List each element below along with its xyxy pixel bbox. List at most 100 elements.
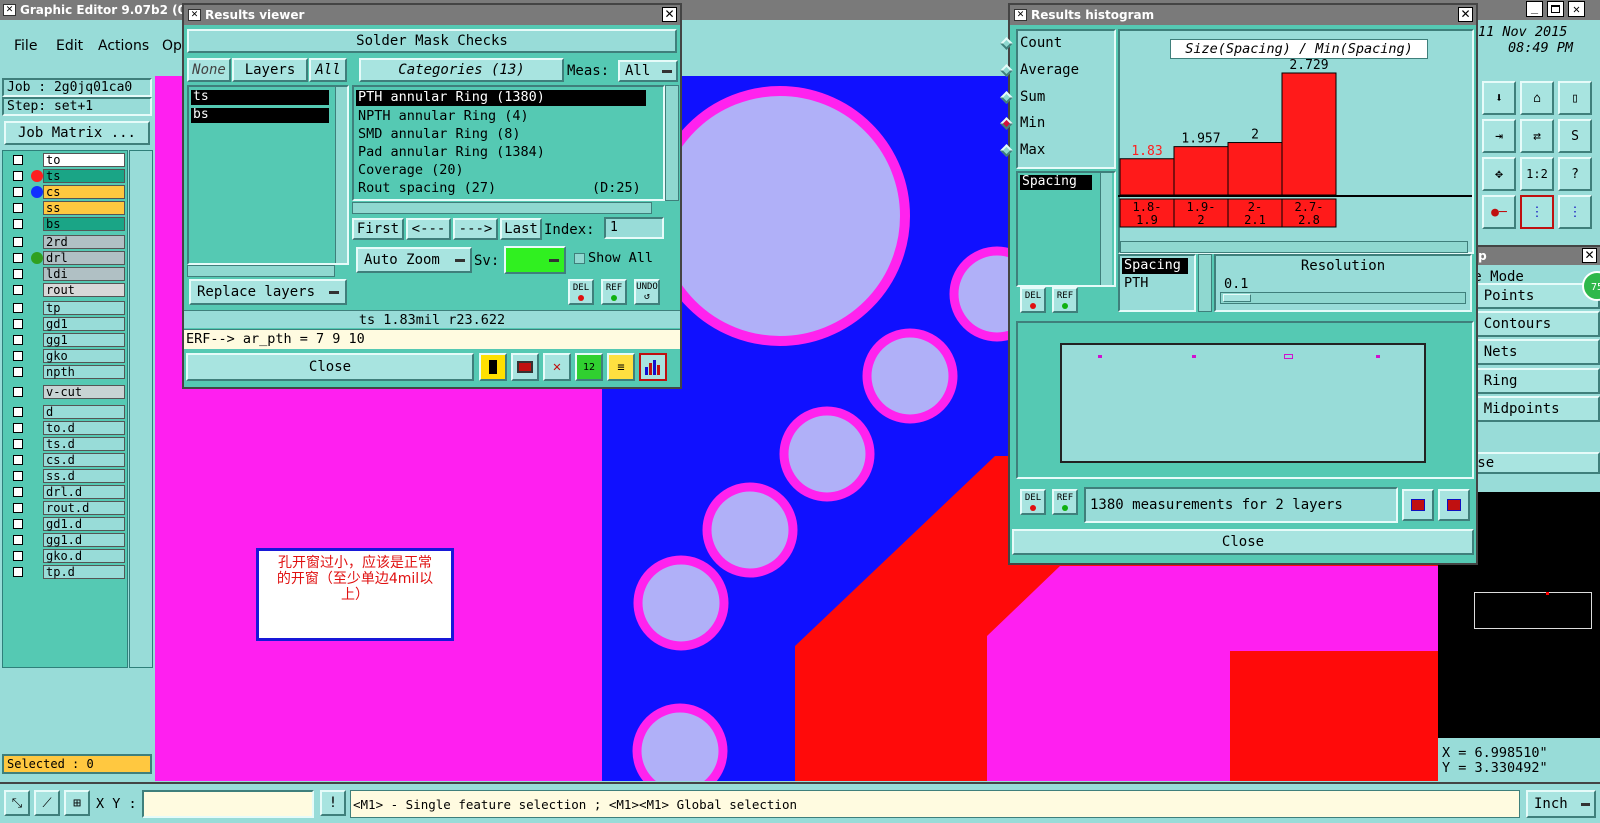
image-view-icon[interactable] bbox=[511, 353, 539, 381]
layer-row-ss-d[interactable]: ss.d bbox=[11, 469, 125, 483]
layer-checkbox[interactable] bbox=[13, 351, 23, 361]
layer-results-hscroll[interactable] bbox=[187, 265, 335, 277]
histogram-list-scrollbar[interactable] bbox=[1100, 173, 1112, 285]
resolution-slider-thumb[interactable] bbox=[1223, 294, 1251, 302]
traffic-light-icon[interactable] bbox=[479, 353, 507, 381]
layer-checkbox[interactable] bbox=[13, 535, 23, 545]
histogram-bar[interactable] bbox=[1281, 72, 1337, 196]
category-hscroll[interactable] bbox=[352, 202, 652, 214]
sv-color-dropdown[interactable] bbox=[504, 246, 566, 274]
layer-row-ldi[interactable]: ldi bbox=[11, 267, 125, 281]
close-icon[interactable]: ✕ bbox=[1568, 1, 1585, 17]
layer-checkbox[interactable] bbox=[13, 335, 23, 345]
last-button[interactable]: Last bbox=[500, 218, 542, 240]
histogram-del-button-2[interactable]: DEL bbox=[1020, 489, 1046, 515]
layers-none-button[interactable]: None bbox=[187, 58, 231, 82]
layers-button[interactable]: Layers bbox=[232, 58, 308, 82]
max-option[interactable]: Max bbox=[1000, 142, 1045, 158]
layer-checkbox[interactable] bbox=[13, 551, 23, 561]
layer-checkbox[interactable] bbox=[13, 285, 23, 295]
histogram-bar[interactable] bbox=[1119, 158, 1175, 196]
layer-checkbox[interactable] bbox=[13, 319, 23, 329]
layer-row-2rd[interactable]: 2rd bbox=[11, 235, 125, 249]
layer-checkbox[interactable] bbox=[13, 187, 23, 197]
category-item-1[interactable]: NPTH annular Ring (4) bbox=[358, 108, 529, 126]
layer-row-gko-d[interactable]: gko.d bbox=[11, 549, 125, 563]
layer-row-drl[interactable]: drl bbox=[11, 251, 125, 265]
del-button[interactable]: DEL bbox=[568, 279, 594, 305]
layer-row-gko[interactable]: gko bbox=[11, 349, 125, 363]
units-dropdown[interactable]: Inch bbox=[1526, 790, 1596, 818]
index-input[interactable]: 1 bbox=[604, 217, 664, 239]
histogram-icon[interactable] bbox=[639, 353, 667, 381]
measure-popup-close-icon[interactable]: ✕ bbox=[1582, 248, 1597, 263]
move-to-icon[interactable]: ⇥ bbox=[1482, 119, 1516, 153]
layer-checkbox[interactable] bbox=[13, 519, 23, 529]
category-item-2[interactable]: SMD annular Ring (8) bbox=[358, 126, 521, 144]
pan-arrows-icon[interactable]: ✥ bbox=[1482, 157, 1516, 191]
swap-icon[interactable]: ⇄ bbox=[1520, 119, 1554, 153]
undo-button[interactable]: UNDO ↺ bbox=[634, 279, 660, 305]
layer-row-ss[interactable]: ss bbox=[11, 201, 125, 215]
layer-results-scrollbar[interactable] bbox=[335, 87, 347, 263]
show-all-checkbox[interactable] bbox=[574, 253, 585, 264]
layer-row-bs[interactable]: bs bbox=[11, 217, 125, 231]
import-icon[interactable]: ⬇ bbox=[1482, 81, 1516, 115]
next-button[interactable]: ---> bbox=[453, 218, 498, 240]
layer-row-d[interactable]: d bbox=[11, 405, 125, 419]
layer-result-bs[interactable]: bs bbox=[191, 108, 329, 123]
layer-checkbox[interactable] bbox=[13, 387, 23, 397]
category-item-0[interactable]: PTH annular Ring (1380) bbox=[356, 90, 646, 106]
net-icon[interactable]: ⋮ bbox=[1520, 195, 1554, 229]
layer-row-ts[interactable]: ts bbox=[11, 169, 125, 183]
export-icon[interactable] bbox=[1402, 489, 1434, 521]
histogram-list-item[interactable]: Spacing bbox=[1020, 175, 1092, 190]
category-item-5[interactable]: Rout spacing (27) bbox=[358, 180, 496, 198]
layer-checkbox[interactable] bbox=[13, 171, 23, 181]
results-viewer-close-icon[interactable]: ✕ bbox=[662, 7, 677, 22]
layer-row-v-cut[interactable]: v-cut bbox=[11, 385, 125, 399]
layer-scrollbar[interactable] bbox=[129, 150, 153, 668]
menu-actions[interactable]: Actions bbox=[98, 38, 149, 54]
job-matrix-button[interactable]: Job Matrix ... bbox=[4, 121, 150, 145]
category-item-3[interactable]: Pad annular Ring (1384) bbox=[358, 144, 545, 162]
scale-icon[interactable]: 1:2 bbox=[1520, 157, 1554, 191]
layer-row-rout[interactable]: rout bbox=[11, 283, 125, 297]
execute-button[interactable]: ! bbox=[320, 790, 346, 816]
measure-tool-icon[interactable]: ⟋ bbox=[34, 790, 60, 816]
layer-row-to-d[interactable]: to.d bbox=[11, 421, 125, 435]
prev-button[interactable]: <--- bbox=[406, 218, 451, 240]
layer-row-ts-d[interactable]: ts.d bbox=[11, 437, 125, 451]
layer-checkbox[interactable] bbox=[13, 253, 23, 263]
menu-file[interactable]: File bbox=[14, 38, 37, 54]
histogram-bar[interactable] bbox=[1227, 142, 1283, 196]
erf-disabled-icon[interactable]: ✕ bbox=[543, 353, 571, 381]
menu-options[interactable]: Op bbox=[162, 38, 182, 54]
histogram-close-button[interactable]: Close bbox=[1012, 529, 1474, 555]
layer-checkbox[interactable] bbox=[13, 155, 23, 165]
spacing-list-scrollbar[interactable] bbox=[1198, 254, 1212, 312]
layer-row-npth[interactable]: npth bbox=[11, 365, 125, 379]
layer-row-to[interactable]: to bbox=[11, 153, 125, 167]
minimize-icon[interactable]: _ bbox=[1526, 1, 1543, 17]
help-icon[interactable]: ? bbox=[1558, 157, 1592, 191]
spacing-list-item-1[interactable]: PTH bbox=[1124, 275, 1148, 291]
layer-checkbox[interactable] bbox=[13, 471, 23, 481]
layer-row-drl-d[interactable]: drl.d bbox=[11, 485, 125, 499]
layer-result-ts[interactable]: ts bbox=[191, 90, 329, 105]
histogram-close-icon[interactable]: ✕ bbox=[1458, 7, 1473, 22]
layer-checkbox[interactable] bbox=[13, 503, 23, 513]
layer-checkbox[interactable] bbox=[13, 237, 23, 247]
layer-checkbox[interactable] bbox=[13, 567, 23, 577]
layer-checkbox[interactable] bbox=[13, 407, 23, 417]
layer-row-cs-d[interactable]: cs.d bbox=[11, 453, 125, 467]
spacing-list-item-0[interactable]: Spacing bbox=[1122, 258, 1188, 274]
layer-row-gd1[interactable]: gd1 bbox=[11, 317, 125, 331]
layer-row-gg1-d[interactable]: gg1.d bbox=[11, 533, 125, 547]
category-scrollbar[interactable] bbox=[665, 85, 679, 201]
layer-row-gd1-d[interactable]: gd1.d bbox=[11, 517, 125, 531]
layers-all-button[interactable]: All bbox=[309, 58, 347, 82]
meas-dropdown[interactable]: All bbox=[618, 60, 678, 82]
average-option[interactable]: Average bbox=[1000, 62, 1079, 78]
sum-option[interactable]: Sum bbox=[1000, 89, 1045, 105]
